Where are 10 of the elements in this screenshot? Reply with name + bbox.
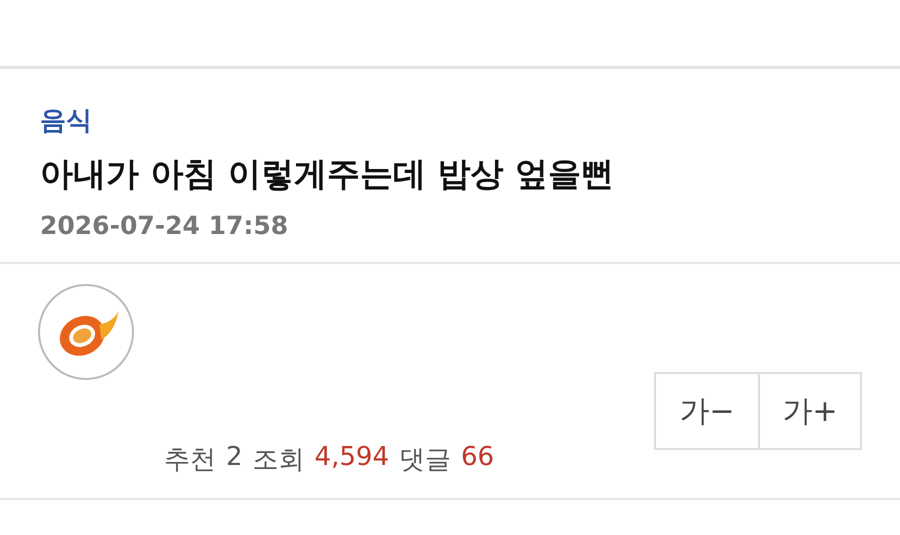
post-date: 2026-07-24 17:58 <box>40 211 288 240</box>
stat-label: 댓글 <box>398 444 451 478</box>
stat-value: 66 <box>460 442 494 474</box>
stat-value: 4,594 <box>314 442 389 474</box>
category-link[interactable]: 음식 <box>40 103 92 138</box>
stat-label: 추천 <box>164 444 216 478</box>
stat-label: 조회 <box>252 444 305 478</box>
stat-value: 2 <box>226 442 243 474</box>
avatar-icon <box>38 284 134 380</box>
post-title: 아내가 아침 이렇게주는데 밥상 엎을뻔 <box>40 153 614 195</box>
